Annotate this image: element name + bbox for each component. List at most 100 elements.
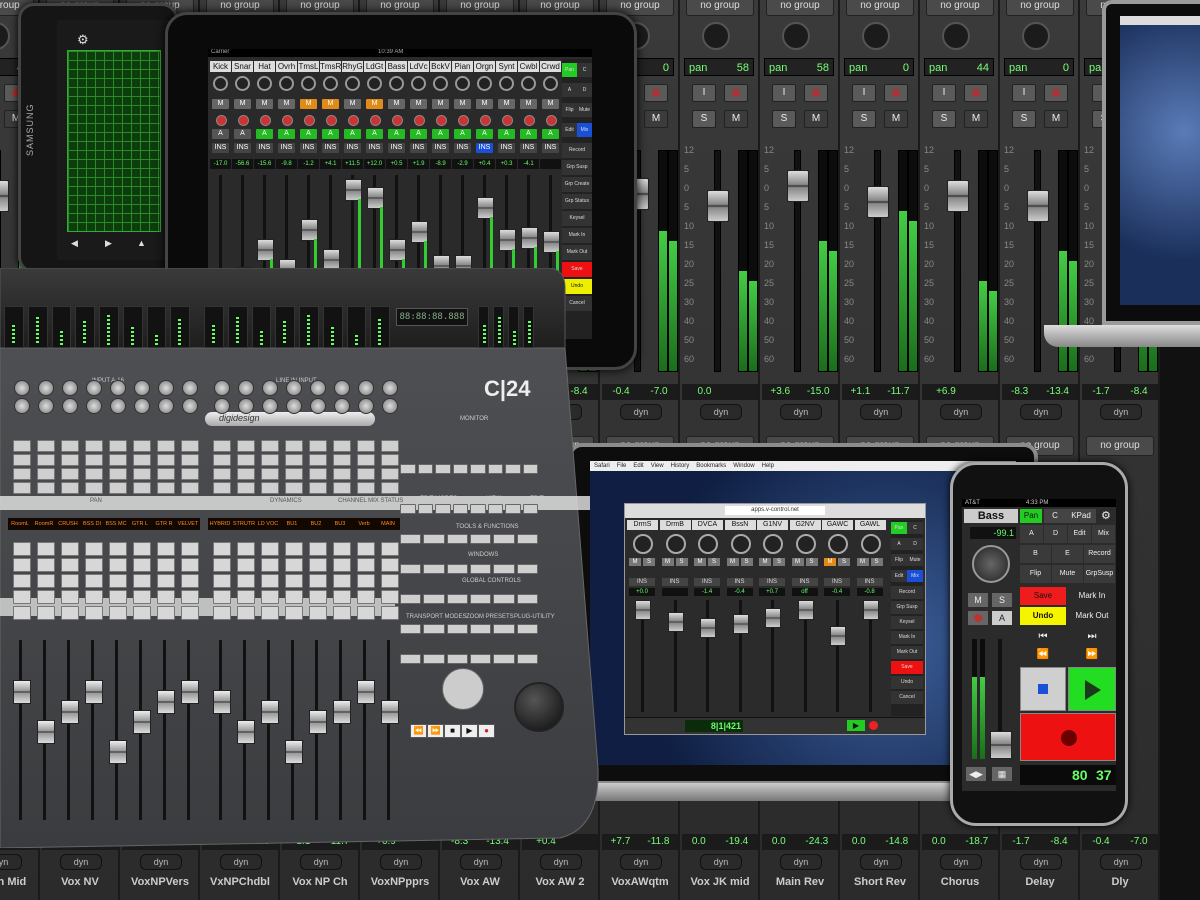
ipad-side-button[interactable]: Mark Out — [562, 245, 592, 260]
bg-pan-knob[interactable] — [0, 22, 10, 50]
ipad-fader[interactable] — [367, 187, 384, 209]
ipad-side-button[interactable]: Edit — [562, 123, 577, 137]
console-pot[interactable] — [310, 380, 326, 396]
console-lower-button[interactable] — [237, 574, 255, 588]
console-strip-button[interactable] — [309, 468, 327, 480]
ipad-rec-button[interactable] — [282, 115, 293, 126]
bg-pan-knob[interactable] — [942, 22, 970, 50]
iphone-ffwd-icon[interactable]: ⏩ — [1068, 647, 1116, 663]
bg-input-button[interactable]: I — [852, 84, 876, 102]
ipad-mute-button[interactable]: M — [498, 99, 515, 109]
ipad-rec-button[interactable] — [458, 115, 469, 126]
iphone-mute-button[interactable]: M — [968, 593, 988, 607]
bg-dyn-button-lower[interactable]: dyn — [780, 854, 822, 870]
console-fader-cap[interactable] — [333, 700, 351, 724]
ipad-fader[interactable] — [257, 239, 274, 261]
iphone-tab[interactable]: C — [1044, 509, 1066, 523]
console-fader-cap[interactable] — [181, 680, 199, 704]
console-lower-button[interactable] — [61, 606, 79, 620]
laptop-side-button[interactable]: Edit — [891, 570, 907, 582]
ipad-insert-button[interactable]: INS — [366, 143, 383, 153]
iphone-grid-button[interactable]: Flip — [1020, 565, 1051, 583]
ipad-mute-button[interactable]: M — [388, 99, 405, 109]
console-strip-button[interactable] — [213, 440, 231, 452]
console-control-button[interactable] — [423, 654, 445, 664]
ipad-auto-button[interactable]: A — [410, 129, 427, 139]
console-lower-button[interactable] — [261, 574, 279, 588]
ipad-side-button[interactable]: C — [577, 63, 592, 77]
console-control-button[interactable] — [470, 654, 492, 664]
console-control-button[interactable] — [493, 654, 515, 664]
console-lower-button[interactable] — [357, 606, 375, 620]
console-lower-button[interactable] — [333, 590, 351, 604]
console-strip-button[interactable] — [333, 482, 351, 494]
console-lower-button[interactable] — [85, 606, 103, 620]
ipad-rec-button[interactable] — [502, 115, 513, 126]
console-strip-button[interactable] — [261, 482, 279, 494]
laptop-solo-button[interactable]: S — [675, 558, 688, 566]
console-strip-button[interactable] — [85, 454, 103, 466]
ipad-side-button[interactable]: Pan — [562, 63, 577, 77]
laptop-solo-button[interactable]: S — [805, 558, 818, 566]
console-strip-button[interactable] — [181, 482, 199, 494]
console-strip-button[interactable] — [85, 440, 103, 452]
iphone-pan-knob[interactable] — [972, 545, 1010, 583]
laptop-side-button[interactable]: Grp Susp — [891, 601, 923, 614]
console-strip-button[interactable] — [85, 482, 103, 494]
laptop-mute-button[interactable]: M — [661, 558, 674, 566]
ipad-pan-knob[interactable] — [235, 76, 250, 91]
ipad-insert-button[interactable]: INS — [322, 143, 339, 153]
laptop-side-button[interactable]: Save — [891, 661, 923, 674]
ipad-fader[interactable] — [477, 197, 494, 219]
laptop-insert-button[interactable]: INS — [759, 578, 785, 586]
laptop-side-button[interactable]: Mark In — [891, 631, 923, 644]
ipad-mute-button[interactable]: M — [366, 99, 383, 109]
ipad-auto-button[interactable]: A — [212, 129, 229, 139]
ipad-mute-button[interactable]: M — [410, 99, 427, 109]
ipad-auto-button[interactable]: A — [234, 129, 251, 139]
bg-group-label[interactable]: no group — [686, 0, 754, 16]
bg-dyn-button-lower[interactable]: dyn — [60, 854, 102, 870]
laptop-pan-knob[interactable] — [828, 534, 848, 554]
bg-dyn-button[interactable]: dyn — [1020, 404, 1062, 420]
console-transport-button[interactable]: ⏩ — [427, 724, 444, 738]
bg-dyn-button-lower[interactable]: dyn — [140, 854, 182, 870]
console-strip-button[interactable] — [213, 468, 231, 480]
console-lower-button[interactable] — [309, 558, 327, 572]
bg-solo-button[interactable]: S — [932, 110, 956, 128]
iphone-rewind-icon[interactable]: ⏪ — [1020, 647, 1066, 663]
ipad-side-button[interactable]: Mix — [577, 123, 592, 137]
console-strip-button[interactable] — [181, 440, 199, 452]
console-strip-button[interactable] — [333, 468, 351, 480]
ipad-auto-button[interactable]: A — [476, 129, 493, 139]
ipad-side-button[interactable]: Grp Create — [562, 177, 592, 192]
console-lower-button[interactable] — [157, 558, 175, 572]
ipad-insert-button[interactable]: INS — [432, 143, 449, 153]
console-control-button[interactable] — [446, 624, 468, 634]
console-pot[interactable] — [158, 380, 174, 396]
iphone-grid-button[interactable]: E — [1052, 545, 1083, 563]
console-lower-button[interactable] — [157, 590, 175, 604]
console-control-button[interactable] — [400, 624, 422, 634]
console-strip-button[interactable] — [357, 440, 375, 452]
console-lower-button[interactable] — [13, 542, 31, 556]
laptop-mute-button[interactable]: M — [759, 558, 771, 566]
console-pot-2[interactable] — [334, 398, 350, 414]
console-strip-button[interactable] — [261, 468, 279, 480]
ipad-rec-button[interactable] — [260, 115, 271, 126]
ipad-rec-button[interactable] — [524, 115, 535, 126]
console-control-button[interactable] — [516, 594, 538, 604]
console-lower-button[interactable] — [261, 558, 279, 572]
ipad-fader[interactable] — [345, 179, 362, 201]
console-lower-button[interactable] — [261, 606, 279, 620]
laptop-menu-item[interactable]: History — [671, 463, 690, 469]
console-strip-button[interactable] — [37, 454, 55, 466]
bg-rec-button[interactable] — [964, 84, 988, 102]
ipad-auto-button[interactable]: A — [454, 129, 471, 139]
console-control-button[interactable] — [505, 504, 521, 514]
console-strip-button[interactable] — [85, 468, 103, 480]
console-lower-button[interactable] — [181, 574, 199, 588]
console-lower-button[interactable] — [357, 590, 375, 604]
console-lower-button[interactable] — [213, 590, 231, 604]
console-lower-button[interactable] — [333, 574, 351, 588]
